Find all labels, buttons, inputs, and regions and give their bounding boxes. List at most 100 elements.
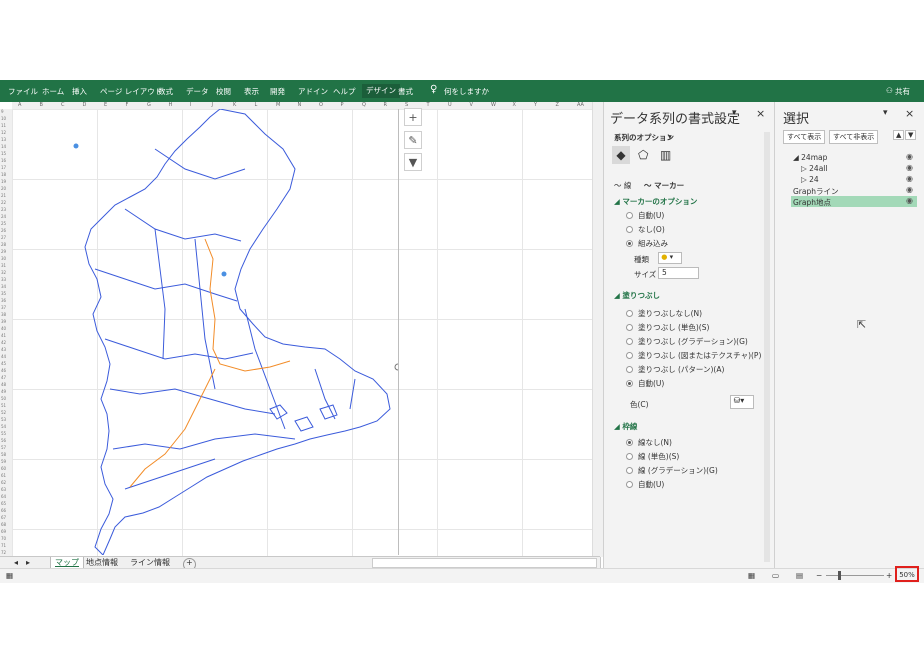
row-label[interactable]: 19 [1, 179, 6, 184]
row-label[interactable]: 58 [1, 452, 6, 457]
row-label[interactable]: 56 [1, 438, 6, 443]
row-label[interactable]: 31 [1, 263, 6, 268]
share-button[interactable]: 共有 [895, 86, 910, 97]
column-label[interactable]: O [319, 102, 323, 108]
column-label[interactable]: L [255, 102, 258, 108]
zoom-slider-thumb[interactable] [838, 571, 841, 580]
radio-button[interactable] [626, 453, 633, 460]
row-label[interactable]: 21 [1, 193, 6, 198]
radio-label[interactable]: 塗りつぶし (パターン)(A) [638, 364, 724, 375]
row-label[interactable]: 44 [1, 354, 6, 359]
zoom-out-icon[interactable]: − [816, 571, 822, 580]
lightbulb-icon[interactable]: ♀ [430, 84, 437, 95]
column-label[interactable]: AA [577, 102, 584, 108]
row-label[interactable]: 24 [1, 214, 6, 219]
column-label[interactable]: F [126, 102, 129, 108]
radio-button[interactable] [626, 240, 633, 247]
row-label[interactable]: 30 [1, 256, 6, 261]
column-label[interactable]: G [147, 102, 151, 108]
row-label[interactable]: 42 [1, 340, 6, 345]
column-label[interactable]: J [212, 102, 213, 108]
row-label[interactable]: 16 [1, 158, 6, 163]
row-label[interactable]: 9 [1, 109, 4, 114]
radio-label[interactable]: 自動(U) [638, 210, 664, 221]
column-label[interactable]: R [384, 102, 387, 108]
row-label[interactable]: 49 [1, 389, 6, 394]
radio-button[interactable] [626, 439, 633, 446]
radio-button[interactable] [626, 352, 633, 359]
ribbon-tab[interactable]: 開発 [270, 86, 285, 97]
row-label[interactable]: 27 [1, 235, 6, 240]
border-section[interactable]: ◢ 枠線 [614, 421, 637, 432]
chart-styles-brush-icon[interactable]: ✎ [404, 131, 422, 149]
row-label[interactable]: 63 [1, 487, 6, 492]
radio-button[interactable] [626, 366, 633, 373]
pane-options-chevron-icon[interactable]: ▾ [883, 108, 888, 118]
radio-label[interactable]: 塗りつぶし (図またはテクスチャ)(P) [638, 350, 761, 361]
page-layout-view-icon[interactable]: ▭ [772, 571, 779, 580]
row-label[interactable]: 53 [1, 417, 6, 422]
marker-options-section[interactable]: ◢ マーカーのオプション [614, 196, 697, 207]
column-label[interactable]: B [40, 102, 43, 108]
row-label[interactable]: 72 [1, 550, 6, 555]
fill-line-icon[interactable]: ◆ [612, 146, 630, 164]
row-label[interactable]: 45 [1, 361, 6, 366]
chart-filter-icon[interactable]: ▼ [404, 153, 422, 171]
row-label[interactable]: 33 [1, 277, 6, 282]
zoom-in-icon[interactable]: + [886, 571, 892, 580]
row-label[interactable]: 47 [1, 375, 6, 380]
column-label[interactable]: P [341, 102, 344, 108]
row-label[interactable]: 41 [1, 333, 6, 338]
column-label[interactable]: Q [362, 102, 366, 108]
row-label[interactable]: 62 [1, 480, 6, 485]
row-label[interactable]: 22 [1, 200, 6, 205]
radio-button[interactable] [626, 310, 633, 317]
row-label[interactable]: 65 [1, 501, 6, 506]
close-icon[interactable]: × [756, 107, 765, 120]
column-label[interactable]: V [470, 102, 473, 108]
tab-scroll-left-icon[interactable]: ◂ [10, 557, 22, 568]
row-label[interactable]: 37 [1, 305, 6, 310]
ribbon-tab[interactable]: データ [186, 86, 209, 97]
row-label[interactable]: 10 [1, 116, 6, 121]
ribbon-tab[interactable]: 書式 [398, 86, 413, 97]
marker-size-input[interactable]: 5 [658, 267, 699, 279]
column-label[interactable]: K [233, 102, 236, 108]
ribbon-tab[interactable]: 数式 [158, 86, 173, 97]
normal-view-icon[interactable]: ▦ [748, 571, 755, 580]
row-label[interactable]: 28 [1, 242, 6, 247]
chevron-down-icon[interactable]: ▾ [668, 132, 672, 141]
radio-label[interactable]: 線なし(N) [638, 437, 672, 448]
ribbon-tab[interactable]: 校閲 [216, 86, 231, 97]
row-label[interactable]: 60 [1, 466, 6, 471]
row-label[interactable]: 34 [1, 284, 6, 289]
vertical-scrollbar[interactable] [592, 102, 603, 557]
chart-elements-plus-icon[interactable]: + [404, 108, 422, 126]
eye-icon[interactable]: ◉ [906, 196, 913, 205]
hide-all-button[interactable]: すべて非表示 [829, 130, 879, 144]
ribbon-tab[interactable]: ホーム [42, 86, 64, 97]
column-label[interactable]: D [83, 102, 87, 108]
close-icon[interactable]: × [905, 107, 914, 120]
row-label[interactable]: 55 [1, 431, 6, 436]
line-tab[interactable]: 〜 線 [614, 180, 631, 191]
row-label[interactable]: 68 [1, 522, 6, 527]
pane-scrollbar[interactable] [764, 132, 770, 562]
map-chart[interactable] [15, 108, 402, 556]
radio-label[interactable]: 塗りつぶし (グラデーション)(G) [638, 336, 748, 347]
radio-label[interactable]: 線 (グラデーション)(G) [638, 465, 718, 476]
series-options-bar-icon[interactable]: ▥ [660, 148, 671, 162]
page-break-view-icon[interactable]: ▤ [796, 571, 803, 580]
row-label[interactable]: 26 [1, 228, 6, 233]
row-label[interactable]: 52 [1, 410, 6, 415]
row-label[interactable]: 15 [1, 151, 6, 156]
row-label[interactable]: 64 [1, 494, 6, 499]
series-options-dropdown[interactable]: 系列のオプション [614, 132, 674, 143]
color-picker-button[interactable]: ⛁▾ [730, 395, 754, 409]
row-label[interactable]: 18 [1, 172, 6, 177]
column-label[interactable]: Y [534, 102, 537, 108]
row-label[interactable]: 40 [1, 326, 6, 331]
row-label[interactable]: 11 [1, 123, 6, 128]
radio-label[interactable]: 組み込み [638, 238, 668, 249]
row-label[interactable]: 13 [1, 137, 6, 142]
